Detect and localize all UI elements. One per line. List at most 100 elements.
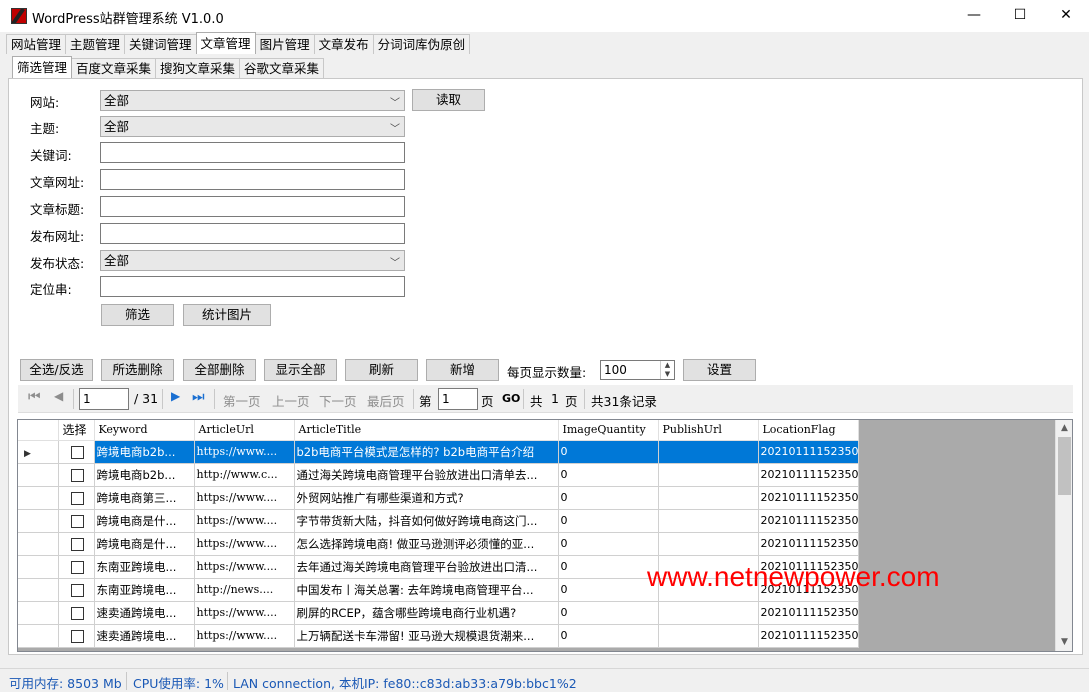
- cell-image-quantity[interactable]: 0: [558, 578, 659, 602]
- cell-publish-url[interactable]: [658, 509, 759, 533]
- prev-record-icon[interactable]: ◀: [54, 389, 63, 403]
- refresh-button[interactable]: 刷新: [345, 359, 418, 381]
- cell-article-title[interactable]: b2b电商平台模式是怎样的? b2b电商平台介绍: [294, 440, 559, 464]
- select-all-button[interactable]: 全选/反选: [20, 359, 93, 381]
- row-header[interactable]: [18, 532, 59, 556]
- cell-location-flag[interactable]: 20210111152350: [758, 509, 860, 533]
- delete-all-button[interactable]: 全部删除: [183, 359, 256, 381]
- last-record-icon[interactable]: ⏭: [192, 389, 205, 405]
- row-header[interactable]: ▶: [18, 440, 59, 464]
- theme-select[interactable]: 全部 ﹀: [100, 116, 405, 137]
- cell-location-flag[interactable]: 20210111152350: [758, 486, 860, 510]
- goto-page-input[interactable]: 1: [438, 388, 478, 410]
- column-header-select[interactable]: 选择: [58, 420, 95, 441]
- tab-article-publish[interactable]: 文章发布: [313, 34, 374, 54]
- row-checkbox-cell[interactable]: [58, 532, 95, 556]
- cell-publish-url[interactable]: [658, 532, 759, 556]
- next-page-link[interactable]: 下一页: [319, 391, 357, 410]
- article-title-input[interactable]: [100, 196, 405, 217]
- cell-image-quantity[interactable]: 0: [558, 463, 659, 487]
- add-button[interactable]: 新增: [426, 359, 499, 381]
- publish-status-select[interactable]: 全部 ﹀: [100, 250, 405, 271]
- tab-keyword-management[interactable]: 关键词管理: [124, 34, 197, 54]
- row-checkbox-cell[interactable]: [58, 509, 95, 533]
- tab-baidu-collect[interactable]: 百度文章采集: [71, 58, 157, 78]
- row-header[interactable]: [18, 555, 59, 579]
- filter-button[interactable]: 筛选: [101, 304, 174, 326]
- stepper-arrows-icon[interactable]: ▲ ▼: [660, 361, 674, 379]
- cell-location-flag[interactable]: 20210111152350: [758, 463, 860, 487]
- row-header[interactable]: [18, 601, 59, 625]
- cell-article-title[interactable]: 刷屏的RCEP，蕴含哪些跨境电商行业机遇?: [294, 601, 559, 625]
- settings-button[interactable]: 设置: [683, 359, 756, 381]
- row-checkbox[interactable]: [70, 537, 84, 551]
- cell-keyword[interactable]: 跨境电商b2b...: [94, 440, 195, 464]
- cell-publish-url[interactable]: [658, 486, 759, 510]
- cell-image-quantity[interactable]: 0: [558, 532, 659, 556]
- row-checkbox[interactable]: [70, 491, 84, 505]
- tab-article-management[interactable]: 文章管理: [195, 32, 256, 54]
- cell-keyword[interactable]: 跨境电商是什...: [94, 509, 195, 533]
- read-button[interactable]: 读取: [412, 89, 485, 111]
- article-url-input[interactable]: [100, 169, 405, 190]
- cell-article-url[interactable]: https://www....: [194, 555, 295, 579]
- tab-site-management[interactable]: 网站管理: [6, 34, 67, 54]
- row-header[interactable]: [18, 624, 59, 648]
- tab-theme-management[interactable]: 主题管理: [65, 34, 126, 54]
- row-checkbox[interactable]: [70, 445, 84, 459]
- cell-keyword[interactable]: 速卖通跨境电...: [94, 624, 195, 648]
- cell-article-url[interactable]: http://news....: [194, 578, 295, 602]
- cell-publish-url[interactable]: [658, 440, 759, 464]
- current-page-input[interactable]: 1: [79, 388, 129, 410]
- location-input[interactable]: [100, 276, 405, 297]
- cell-article-url[interactable]: https://www....: [194, 509, 295, 533]
- go-button[interactable]: GO: [502, 392, 520, 405]
- cell-article-title[interactable]: 中国发布丨海关总署: 去年跨境电商管理平台...: [294, 578, 559, 602]
- last-page-link[interactable]: 最后页: [367, 391, 405, 410]
- column-header-imagequantity[interactable]: ImageQuantity: [558, 420, 659, 441]
- table-row[interactable]: ▶ 跨境电商b2b... https://www.... b2b电商平台模式是怎样的?…: [18, 440, 860, 464]
- cell-keyword[interactable]: 跨境电商b2b...: [94, 463, 195, 487]
- column-header-articletitle[interactable]: ArticleTitle: [294, 420, 559, 441]
- cell-article-title[interactable]: 字节带货新大陆，抖音如何做好跨境电商这门...: [294, 509, 559, 533]
- cell-publish-url[interactable]: [658, 601, 759, 625]
- cell-image-quantity[interactable]: 0: [558, 624, 659, 648]
- table-row[interactable]: 跨境电商是什... https://www.... 怎么选择跨境电商! 做亚马逊测评…: [18, 532, 860, 556]
- scroll-up-icon[interactable]: ▲: [1056, 420, 1072, 437]
- table-row[interactable]: 跨境电商b2b... http://www.c... 通过海关跨境电商管理平台验放进…: [18, 463, 860, 487]
- grid-vertical-scrollbar[interactable]: ▲ ▼: [1055, 420, 1072, 651]
- column-header-articleurl[interactable]: ArticleUrl: [194, 420, 295, 441]
- minimize-button[interactable]: —: [951, 0, 997, 32]
- cell-location-flag[interactable]: 20210111152350: [758, 601, 860, 625]
- row-checkbox-cell[interactable]: [58, 486, 95, 510]
- show-all-button[interactable]: 显示全部: [264, 359, 337, 381]
- row-checkbox-cell[interactable]: [58, 624, 95, 648]
- row-header[interactable]: [18, 509, 59, 533]
- keyword-input[interactable]: [100, 142, 405, 163]
- cell-keyword[interactable]: 东南亚跨境电...: [94, 555, 195, 579]
- publish-url-input[interactable]: [100, 223, 405, 244]
- close-button[interactable]: ✕: [1043, 0, 1089, 32]
- tab-google-collect[interactable]: 谷歌文章采集: [239, 58, 325, 78]
- row-header[interactable]: [18, 578, 59, 602]
- tab-sogou-collect[interactable]: 搜狗文章采集: [155, 58, 241, 78]
- row-checkbox[interactable]: [70, 514, 84, 528]
- table-row[interactable]: 跨境电商第三... https://www.... 外贸网站推广有哪些渠道和方式? 0…: [18, 486, 860, 510]
- table-row[interactable]: 速卖通跨境电... https://www.... 上万辆配送卡车滞留! 亚马逊大规…: [18, 624, 860, 648]
- tab-word-library[interactable]: 分词词库伪原创: [372, 34, 471, 54]
- scroll-down-icon[interactable]: ▼: [1056, 634, 1072, 651]
- cell-article-url[interactable]: https://www....: [194, 532, 295, 556]
- cell-article-title[interactable]: 去年通过海关跨境电商管理平台验放进出口清...: [294, 555, 559, 579]
- row-checkbox[interactable]: [70, 606, 84, 620]
- cell-article-title[interactable]: 怎么选择跨境电商! 做亚马逊测评必须懂的亚...: [294, 532, 559, 556]
- row-checkbox[interactable]: [70, 468, 84, 482]
- row-header[interactable]: [18, 486, 59, 510]
- row-checkbox[interactable]: [70, 583, 84, 597]
- site-select[interactable]: 全部 ﹀: [100, 90, 405, 111]
- scroll-thumb[interactable]: [1058, 437, 1071, 495]
- maximize-button[interactable]: ☐: [997, 0, 1043, 32]
- cell-article-url[interactable]: https://www....: [194, 486, 295, 510]
- first-page-link[interactable]: 第一页: [223, 391, 261, 410]
- cell-keyword[interactable]: 跨境电商是什...: [94, 532, 195, 556]
- cell-image-quantity[interactable]: 0: [558, 555, 659, 579]
